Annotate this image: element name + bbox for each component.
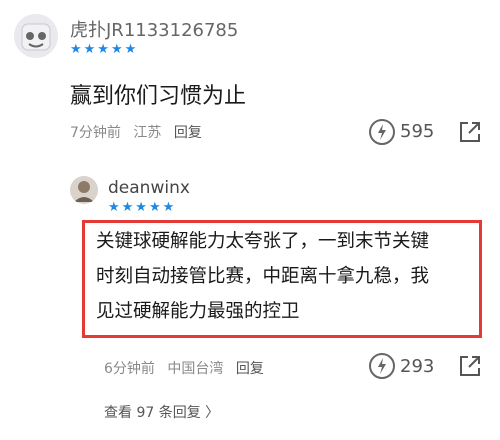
comment-content-line: 见过硬解能力最强的控卫 bbox=[96, 301, 300, 322]
share-icon[interactable] bbox=[458, 354, 482, 378]
avatar[interactable] bbox=[14, 14, 58, 58]
comment-time: 7分钟前 bbox=[70, 125, 121, 141]
rating-stars: ★★★★★ bbox=[70, 42, 139, 57]
comment-time: 6分钟前 bbox=[104, 361, 155, 377]
comment-meta: 6分钟前 中国台湾 回复 bbox=[104, 358, 264, 378]
comment-content-line: 时刻自动接管比赛，中距离十拿九稳，我 bbox=[96, 266, 430, 287]
share-icon[interactable] bbox=[458, 120, 482, 144]
avatar-icon bbox=[70, 176, 98, 204]
comment-meta: 7分钟前 江苏 回复 bbox=[70, 122, 210, 142]
comment-location: 中国台湾 bbox=[167, 361, 224, 377]
reply-button[interactable]: 回复 bbox=[236, 361, 264, 377]
comment-username[interactable]: 虎扑JR1133126785 bbox=[70, 16, 238, 42]
view-more-replies-link[interactable]: 查看 97 条回复 〉 bbox=[104, 402, 219, 422]
reply-button[interactable]: 回复 bbox=[174, 125, 202, 141]
comment-username[interactable]: deanwinx bbox=[108, 178, 190, 198]
comment-content: 赢到你们习惯为止 bbox=[70, 84, 247, 109]
like-icon[interactable] bbox=[368, 118, 396, 146]
comment-content-line: 关键球硬解能力太夸张了，一到末节关键 bbox=[96, 231, 430, 252]
like-count: 595 bbox=[400, 121, 435, 142]
rating-stars: ★★★★★ bbox=[108, 200, 177, 215]
like-icon[interactable] bbox=[368, 352, 396, 380]
comment-content: 关键球硬解能力太夸张了，一到末节关键 时刻自动接管比赛，中距离十拿九稳，我 见过… bbox=[96, 224, 472, 329]
comment-location: 江苏 bbox=[133, 125, 162, 141]
avatar[interactable] bbox=[70, 176, 98, 204]
like-count: 293 bbox=[400, 356, 435, 377]
avatar-icon bbox=[14, 14, 58, 58]
